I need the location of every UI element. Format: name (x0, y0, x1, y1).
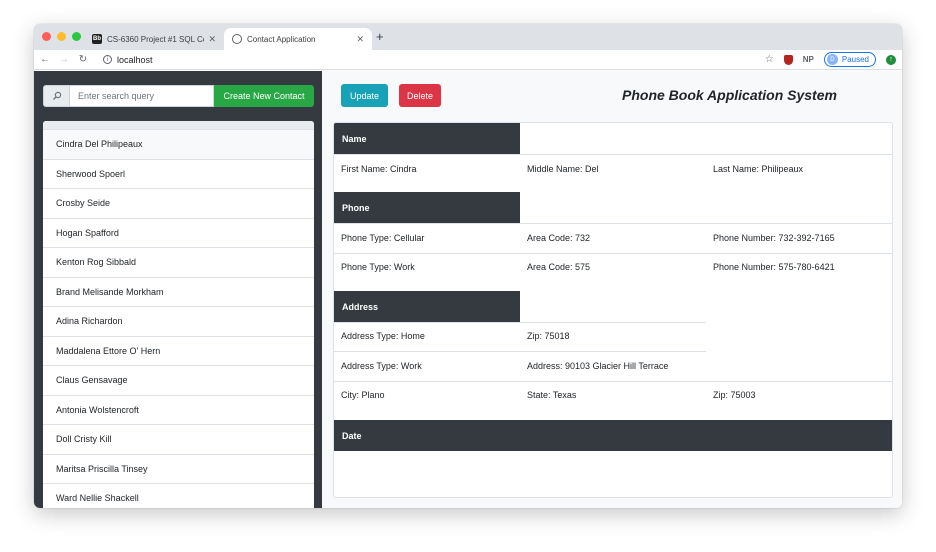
divider (334, 381, 892, 382)
address-bar[interactable]: localhost (117, 55, 153, 65)
list-item[interactable]: Antonia Wolstencroft (43, 396, 314, 425)
list-item[interactable]: Maritsa Priscilla Tinsey (43, 455, 314, 484)
np-extension-icon[interactable]: NP (803, 55, 814, 64)
info-icon[interactable]: i (103, 55, 112, 64)
tab-title: CS-6360 Project #1 SQL Contac (107, 34, 204, 44)
list-item[interactable]: Brand Melisande Morkham (43, 278, 314, 307)
first-name: First Name: Cindra (341, 164, 417, 174)
tab-strip: Bb CS-6360 Project #1 SQL Contac ✕ Conta… (34, 24, 902, 50)
browser-window: Bb CS-6360 Project #1 SQL Contac ✕ Conta… (34, 24, 902, 508)
close-window-button[interactable] (42, 32, 51, 41)
divider (334, 322, 706, 323)
profile-button[interactable]: D Paused (823, 52, 876, 67)
maximize-window-button[interactable] (72, 32, 81, 41)
list-item[interactable]: Claus Gensavage (43, 366, 314, 396)
divider (334, 253, 892, 254)
avatar: D (826, 54, 838, 65)
sidebar: Create New Contact Cindra Del Philipeaux… (34, 71, 322, 508)
window-controls (42, 32, 81, 41)
contact-list: Cindra Del Philipeaux Sherwood Spoerl Cr… (43, 121, 314, 508)
section-header-phone: Phone (334, 192, 520, 223)
list-item[interactable]: Ward Nellie Shackell (43, 484, 314, 508)
back-icon[interactable]: ← (37, 54, 53, 65)
last-name: Last Name: Philipeaux (713, 164, 804, 174)
tab-title: Contact Application (247, 34, 316, 44)
globe-icon (232, 34, 242, 44)
delete-button[interactable]: Delete (399, 84, 441, 107)
divider (334, 223, 892, 224)
divider (334, 154, 892, 155)
address-type: Address Type: Work (341, 361, 422, 371)
section-header-name: Name (334, 123, 520, 154)
bb-icon: Bb (92, 34, 102, 44)
list-item[interactable]: Cindra Del Philipeaux (43, 130, 314, 160)
list-item[interactable]: Maddalena Ettore O' Hern (43, 337, 314, 366)
zip: Zip: 75018 (527, 331, 570, 341)
list-item[interactable]: Kenton Rog Sibbald (43, 248, 314, 278)
close-icon[interactable]: ✕ (208, 34, 216, 45)
area-code: Area Code: 732 (527, 233, 591, 243)
tab-blackboard[interactable]: Bb CS-6360 Project #1 SQL Contac ✕ (84, 28, 224, 50)
zip: Zip: 75003 (713, 390, 756, 400)
create-new-contact-button[interactable]: Create New Contact (214, 85, 314, 107)
search-bar: Create New Contact (43, 85, 314, 107)
middle-name: Middle Name: Del (527, 164, 599, 174)
forward-icon[interactable]: → (56, 54, 72, 65)
phone-number: Phone Number: 575-780-6421 (713, 262, 835, 272)
bookmark-star-icon[interactable]: ☆ (765, 54, 774, 65)
minimize-window-button[interactable] (57, 32, 66, 41)
shield-extension-icon[interactable] (783, 54, 793, 65)
contact-detail-panel: Update Delete Phone Book Application Sys… (322, 71, 902, 508)
state: State: Texas (527, 390, 577, 400)
phone-number: Phone Number: 732-392-7165 (713, 233, 835, 243)
section-header-address: Address (334, 291, 520, 322)
search-input[interactable] (70, 85, 214, 107)
section-header-date: Date (334, 420, 892, 451)
list-item[interactable]: Sherwood Spoerl (43, 160, 314, 189)
phone-type: Phone Type: Work (341, 262, 415, 272)
browser-toolbar: ← → ↻ i localhost ☆ NP D Paused ↑ (34, 50, 902, 70)
tab-contact-application[interactable]: Contact Application ✕ (224, 28, 372, 50)
search-icon (43, 85, 70, 107)
address-type: Address Type: Home (341, 331, 425, 341)
list-item[interactable]: Adina Richardon (43, 307, 314, 337)
phone-type: Phone Type: Cellular (341, 233, 425, 243)
area-code: Area Code: 575 (527, 262, 591, 272)
list-item[interactable]: Hogan Spafford (43, 219, 314, 248)
app-content: Create New Contact Cindra Del Philipeaux… (34, 71, 902, 508)
new-tab-button[interactable]: + (376, 30, 384, 44)
close-icon[interactable]: ✕ (356, 34, 364, 45)
street-address: Address: 90103 Glacier Hill Terrace (527, 361, 669, 371)
list-item[interactable]: Doll Cristy Kill (43, 425, 314, 455)
divider (334, 351, 706, 352)
update-button[interactable]: Update (341, 84, 388, 107)
city: City: Plano (341, 390, 385, 400)
page-title: Phone Book Application System (622, 87, 837, 103)
contact-card: Name First Name: Cindra Middle Name: Del… (333, 122, 893, 498)
reload-icon[interactable]: ↻ (75, 54, 91, 65)
profile-status: Paused (841, 55, 869, 64)
list-item[interactable]: Crosby Seide (43, 189, 314, 219)
contact-list-header (43, 121, 314, 130)
update-icon[interactable]: ↑ (886, 54, 896, 65)
